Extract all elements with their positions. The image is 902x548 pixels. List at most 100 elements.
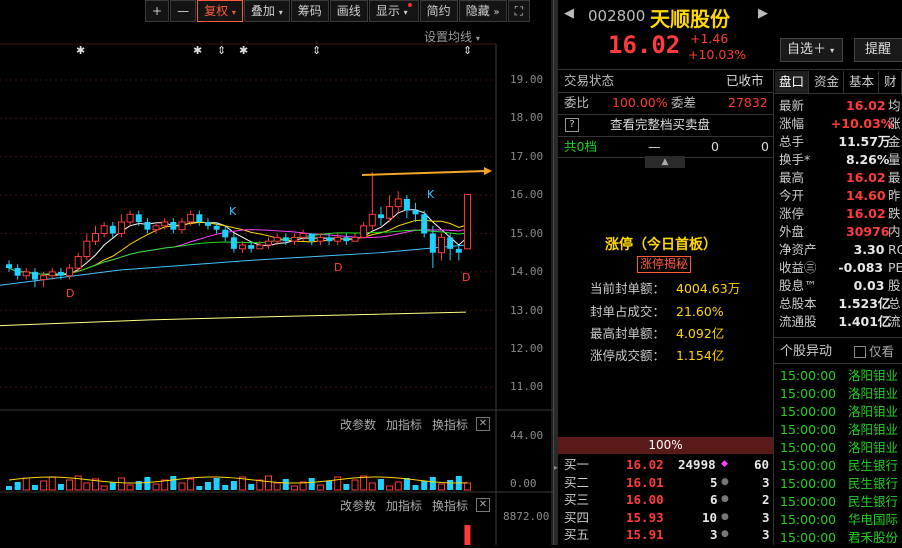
candle-body[interactable] xyxy=(282,237,289,242)
kline-chart-panel[interactable]: + — 复权 ▾ 叠加 ▾ 筹码 画线 显示 ▾ 简约 隐藏 » ⛶ 设置均线 … xyxy=(0,0,553,545)
candle-body[interactable] xyxy=(412,210,419,215)
candle-body[interactable] xyxy=(463,193,471,250)
candle-body[interactable] xyxy=(429,233,436,253)
zoom-out-button[interactable]: — xyxy=(170,0,197,22)
fuquan-dropdown[interactable]: 复权 ▾ xyxy=(197,0,243,22)
candle-body[interactable] xyxy=(40,275,48,281)
alert-button[interactable]: 提醒 xyxy=(854,38,902,62)
candle-body[interactable] xyxy=(455,248,462,253)
switch-indicator-button[interactable]: 换指标 xyxy=(432,497,468,514)
candle-body[interactable] xyxy=(290,236,298,242)
tab-cai[interactable]: 财 xyxy=(880,71,902,93)
event-marker[interactable]: ✱ xyxy=(193,44,202,57)
candle-body[interactable] xyxy=(92,233,99,242)
candle-body[interactable] xyxy=(222,229,229,238)
candle-body[interactable] xyxy=(170,221,177,230)
fullscreen-icon[interactable]: ⛶ xyxy=(507,0,531,22)
full-book-link[interactable]: 查看完整档买卖盘 xyxy=(610,115,710,135)
limit-up-reveal-button[interactable]: 涨停揭秘 xyxy=(637,256,692,273)
movement-stock[interactable]: 洛阳钼业 xyxy=(848,402,898,422)
candle-body[interactable] xyxy=(22,271,30,277)
candle-body[interactable] xyxy=(109,225,116,234)
candle-body[interactable] xyxy=(377,214,384,219)
candle-body[interactable] xyxy=(438,236,445,254)
event-marker[interactable]: ⇕ xyxy=(217,44,226,57)
candle-body[interactable] xyxy=(74,256,82,269)
tab-pankou[interactable]: 盘口 xyxy=(775,71,810,93)
candle-body[interactable] xyxy=(421,214,428,234)
candle-body[interactable] xyxy=(152,225,160,231)
candle-body[interactable] xyxy=(230,237,237,249)
movement-stock[interactable]: 洛阳钼业 xyxy=(848,438,898,458)
movement-stock[interactable]: 君禾股份 xyxy=(848,528,898,548)
close-icon[interactable]: ✕ xyxy=(476,498,490,512)
add-watchlist-button[interactable]: 自选＋ ▾ xyxy=(780,38,843,62)
candle-body[interactable] xyxy=(117,221,125,235)
huaxian-button[interactable]: 画线 xyxy=(329,0,368,22)
event-marker[interactable]: ⇕ xyxy=(463,44,472,57)
candle-body[interactable] xyxy=(403,198,410,211)
candle-body[interactable] xyxy=(447,237,454,249)
event-marker[interactable]: ⇕ xyxy=(312,44,321,57)
candle-body[interactable] xyxy=(326,237,333,242)
zoom-in-button[interactable]: + xyxy=(145,0,170,22)
modify-params-button[interactable]: 改参数 xyxy=(340,416,376,433)
candle-body[interactable] xyxy=(187,213,195,223)
candle-body[interactable] xyxy=(100,225,108,234)
candle-body[interactable] xyxy=(6,264,12,269)
movement-stock[interactable]: 华电国际 xyxy=(848,510,898,530)
candle-body[interactable] xyxy=(31,271,38,280)
switch-indicator-button[interactable]: 换指标 xyxy=(432,416,468,433)
candle-body[interactable] xyxy=(273,236,281,242)
tab-jiben[interactable]: 基本 xyxy=(845,71,880,93)
candle-body[interactable] xyxy=(256,244,264,250)
movement-stock[interactable]: 民生银行 xyxy=(848,474,898,494)
candle-body[interactable] xyxy=(161,221,169,227)
prev-stock-icon[interactable]: ◀ xyxy=(564,6,574,21)
candle-body[interactable] xyxy=(360,225,368,238)
candle-body[interactable] xyxy=(386,206,394,219)
candle-body[interactable] xyxy=(66,267,74,277)
candle-body[interactable] xyxy=(239,244,247,250)
jianyue-button[interactable]: 简约 xyxy=(419,0,458,22)
candle-body[interactable] xyxy=(126,213,134,223)
movement-stock[interactable]: 洛阳钼业 xyxy=(848,384,898,404)
candle-body[interactable] xyxy=(178,221,186,231)
close-icon[interactable]: ✕ xyxy=(476,417,490,431)
settings-ma-dropdown[interactable]: 设置均线 ▾ xyxy=(424,28,480,45)
candle-body[interactable] xyxy=(343,237,350,242)
candle-body[interactable] xyxy=(334,236,342,242)
candle-body[interactable] xyxy=(299,233,307,238)
candle-body[interactable] xyxy=(135,214,142,222)
movement-stock[interactable]: 民生银行 xyxy=(848,456,898,476)
add-indicator-button[interactable]: 加指标 xyxy=(386,416,422,433)
tab-zijin[interactable]: 资金 xyxy=(810,71,845,93)
candle-body[interactable] xyxy=(83,240,91,258)
event-marker[interactable]: ✱ xyxy=(76,44,85,57)
only-me-checkbox[interactable] xyxy=(854,346,866,358)
event-marker[interactable]: ✱ xyxy=(239,44,248,57)
candle-body[interactable] xyxy=(213,225,220,230)
movement-stock[interactable]: 洛阳钼业 xyxy=(848,420,898,440)
modify-params-button[interactable]: 改参数 xyxy=(340,497,376,514)
candle-body[interactable] xyxy=(14,268,21,276)
add-indicator-button[interactable]: 加指标 xyxy=(386,497,422,514)
collapse-up-icon[interactable]: ▲ xyxy=(645,156,685,168)
candle-body[interactable] xyxy=(204,221,211,226)
candle-body[interactable] xyxy=(48,271,56,277)
candle-body[interactable] xyxy=(57,271,64,276)
candle-body[interactable] xyxy=(316,236,324,242)
candle-body[interactable] xyxy=(368,213,376,227)
chouma-button[interactable]: 筹码 xyxy=(290,0,329,22)
next-stock-icon[interactable]: ▶ xyxy=(758,6,768,21)
candle-body[interactable] xyxy=(351,236,359,242)
help-icon[interactable]: ? xyxy=(565,118,579,132)
yincang-dropdown[interactable]: 隐藏 » xyxy=(458,0,507,22)
movement-stock[interactable]: 民生银行 xyxy=(848,492,898,512)
xianshi-button[interactable]: 显示 ▾ xyxy=(368,0,419,22)
candle-body[interactable] xyxy=(144,221,151,230)
diejia-dropdown[interactable]: 叠加 ▾ xyxy=(243,0,290,22)
candle-body[interactable] xyxy=(265,240,272,246)
candle-body[interactable] xyxy=(308,233,315,242)
candle-body[interactable] xyxy=(248,245,255,249)
